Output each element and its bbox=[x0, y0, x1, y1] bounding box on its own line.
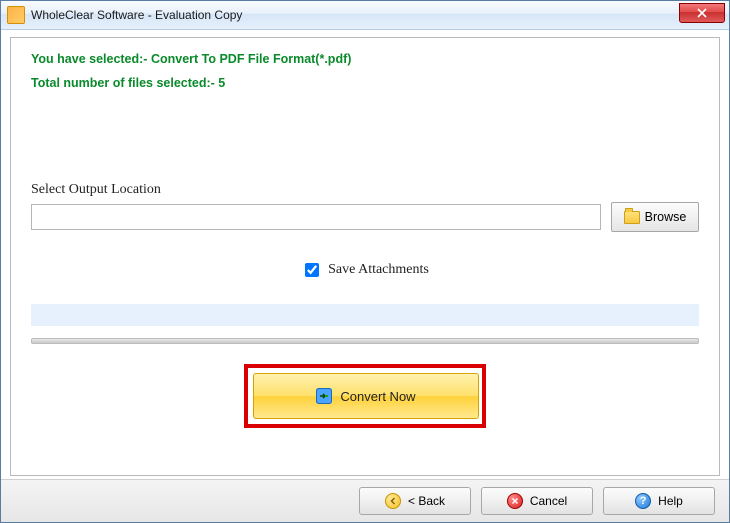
save-attachments-label: Save Attachments bbox=[328, 262, 429, 278]
cancel-icon bbox=[507, 493, 523, 509]
app-window: WholeClear Software - Evaluation Copy Yo… bbox=[0, 0, 730, 523]
help-button-label: Help bbox=[658, 494, 683, 508]
output-location-row: Browse bbox=[31, 202, 699, 232]
convert-highlight-frame: Convert Now bbox=[244, 364, 486, 428]
cancel-button[interactable]: Cancel bbox=[481, 487, 593, 515]
content-panel: You have selected:- Convert To PDF File … bbox=[10, 37, 720, 476]
file-count-text: Total number of files selected:- 5 bbox=[31, 76, 699, 90]
save-attachments-checkbox[interactable] bbox=[305, 263, 319, 277]
save-attachments-row: Save Attachments bbox=[31, 260, 699, 280]
convert-icon bbox=[316, 388, 332, 404]
browse-button-label: Browse bbox=[645, 210, 687, 224]
browse-button[interactable]: Browse bbox=[611, 202, 699, 232]
title-bar: WholeClear Software - Evaluation Copy bbox=[1, 1, 729, 30]
convert-now-button[interactable]: Convert Now bbox=[253, 373, 479, 419]
window-close-button[interactable] bbox=[679, 3, 725, 23]
back-button-label: < Back bbox=[408, 494, 445, 508]
separator bbox=[31, 338, 699, 344]
close-icon bbox=[697, 8, 707, 18]
output-location-label: Select Output Location bbox=[31, 182, 699, 198]
back-icon bbox=[385, 493, 401, 509]
output-path-input[interactable] bbox=[31, 204, 601, 230]
folder-icon bbox=[624, 211, 640, 224]
app-icon bbox=[7, 6, 25, 24]
convert-now-label: Convert Now bbox=[340, 389, 415, 404]
cancel-button-label: Cancel bbox=[530, 494, 567, 508]
help-icon: ? bbox=[635, 493, 651, 509]
window-title: WholeClear Software - Evaluation Copy bbox=[31, 8, 242, 22]
help-button[interactable]: ? Help bbox=[603, 487, 715, 515]
progress-bar bbox=[31, 304, 699, 326]
selected-format-text: You have selected:- Convert To PDF File … bbox=[31, 52, 699, 66]
wizard-button-bar: < Back Cancel ? Help bbox=[1, 479, 729, 522]
back-button[interactable]: < Back bbox=[359, 487, 471, 515]
save-attachments-control[interactable]: Save Attachments bbox=[301, 260, 429, 280]
